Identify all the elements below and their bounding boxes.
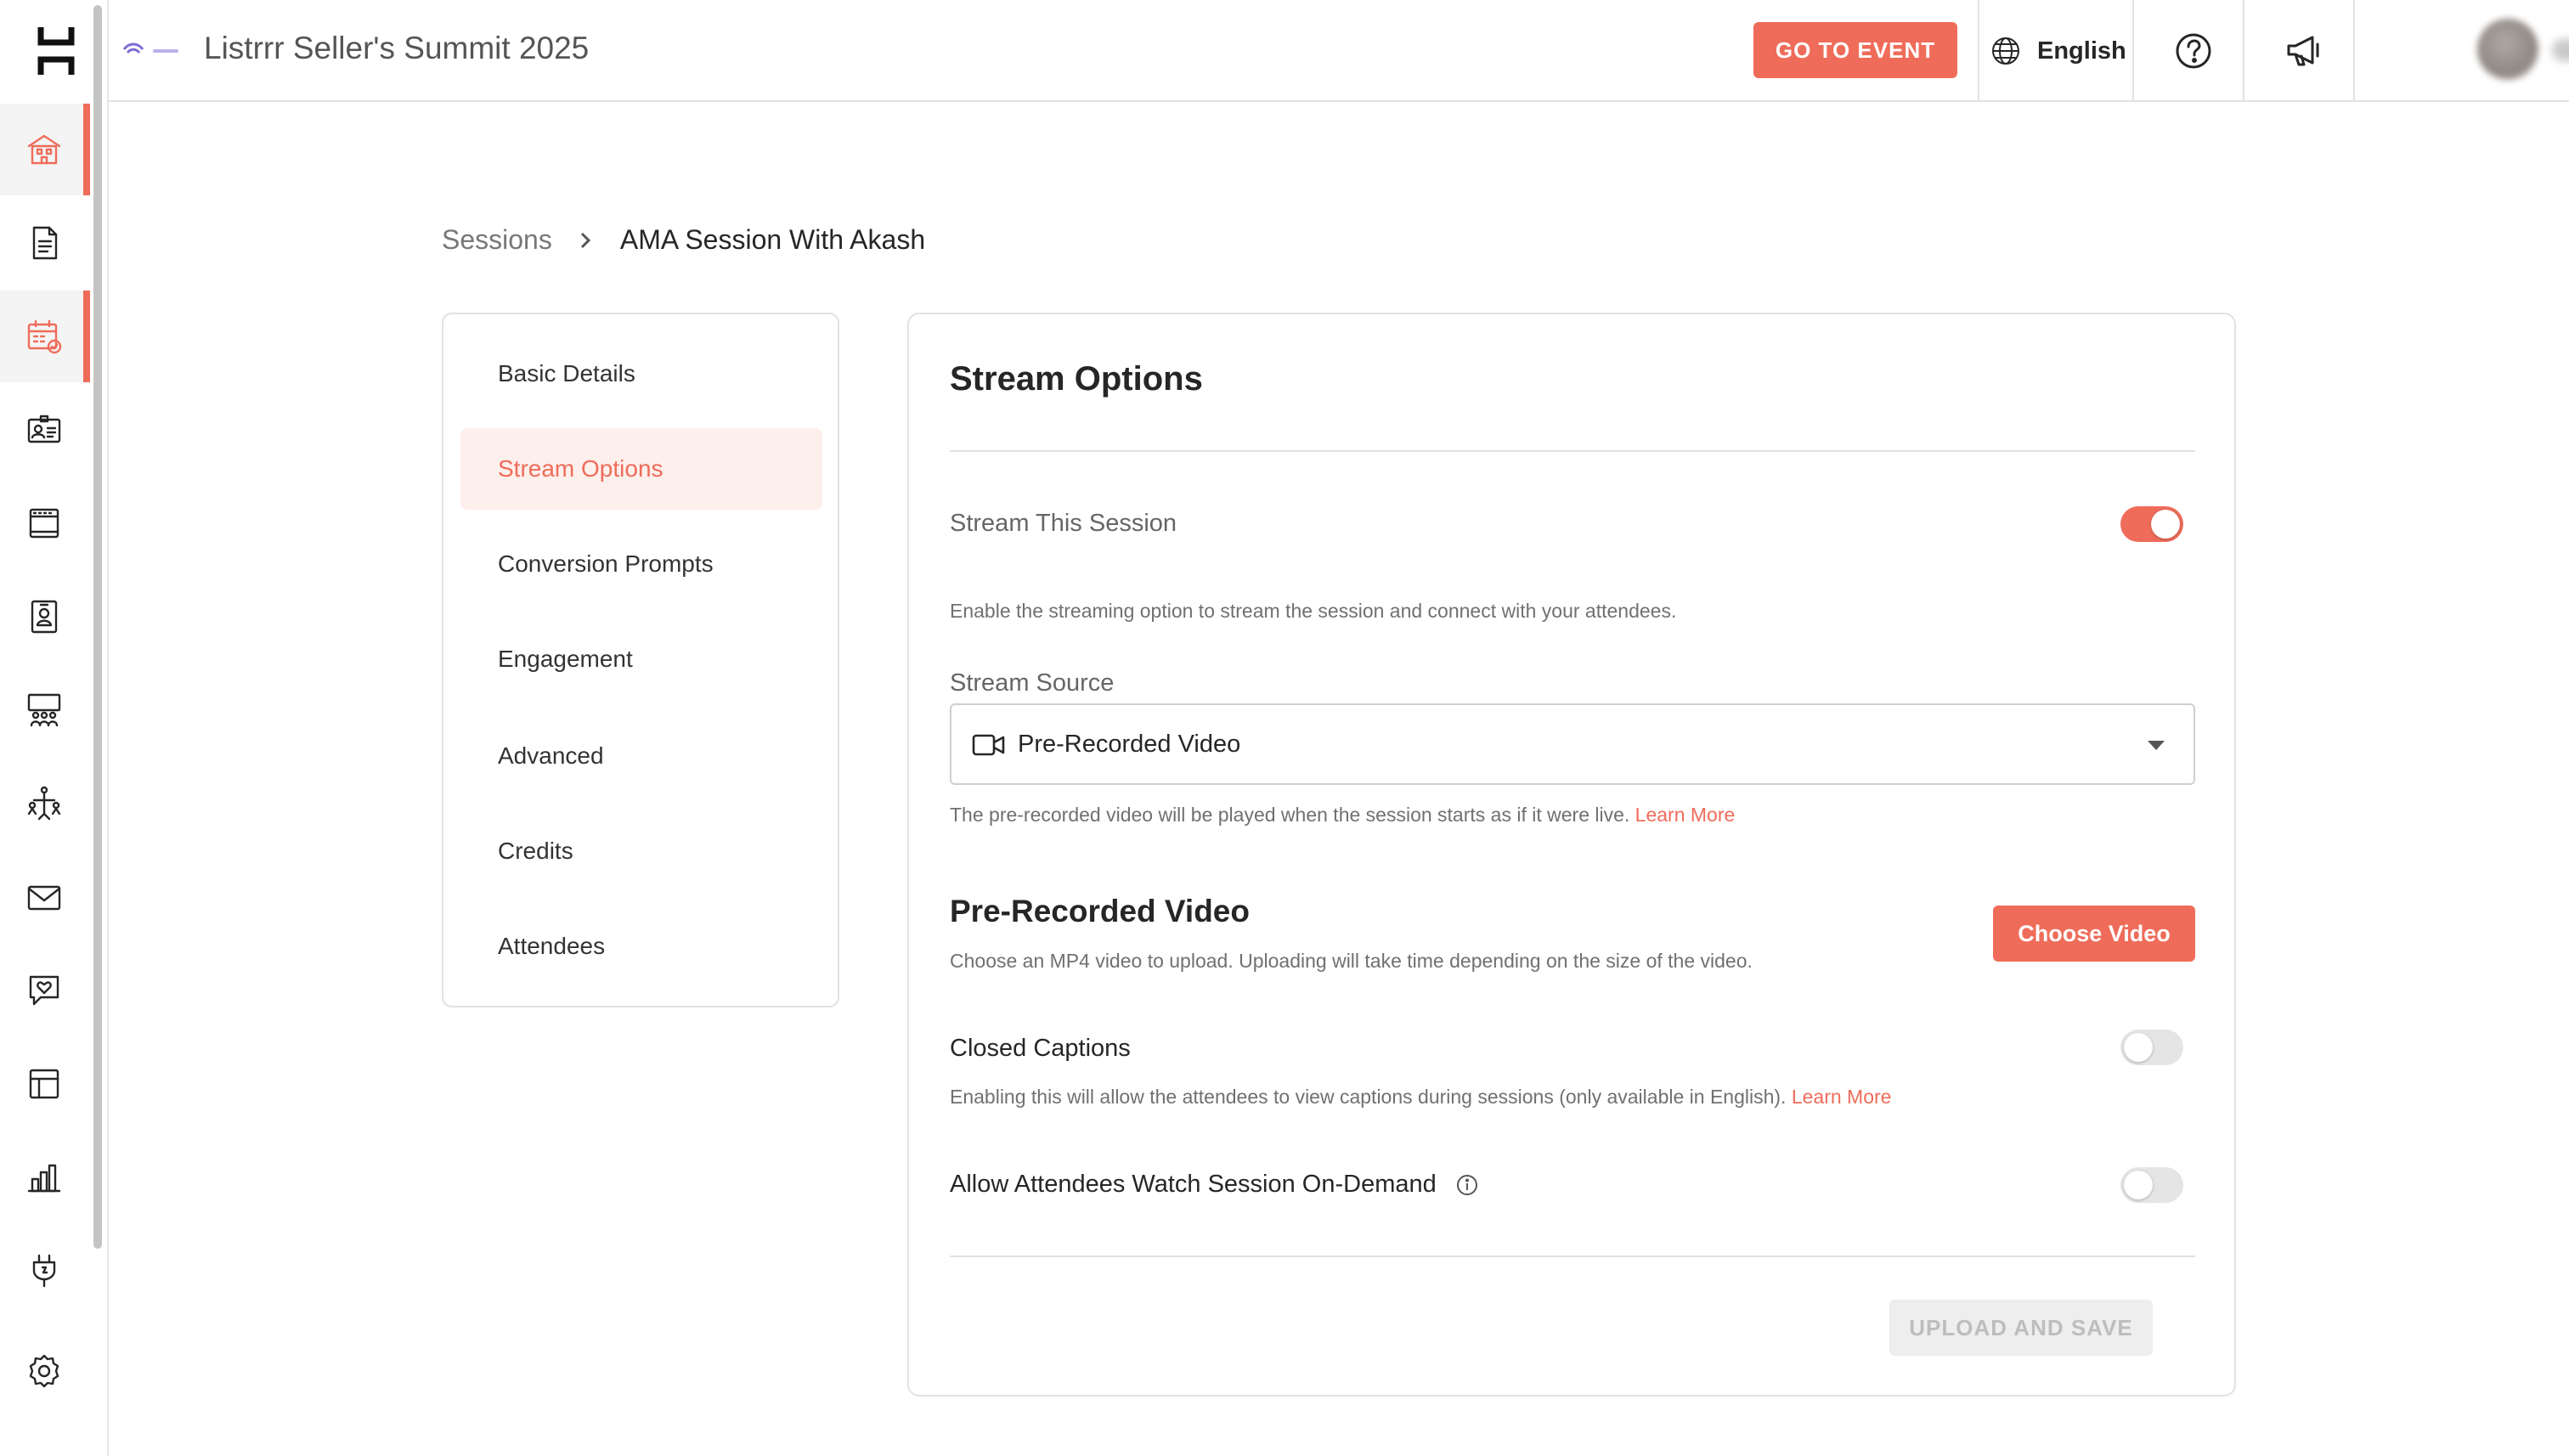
globe-icon: [1992, 37, 2019, 65]
topbar-separator: [2353, 0, 2355, 102]
stream-source-label: Stream Source: [950, 669, 1115, 697]
closed-captions-learn-more-link[interactable]: Learn More: [1792, 1086, 1892, 1108]
rail-analytics[interactable]: [0, 1132, 88, 1223]
settings-icon: [29, 1354, 59, 1388]
rail-mail[interactable]: [0, 851, 88, 943]
building-icon: [27, 134, 61, 165]
calendar-icon: [27, 319, 62, 354]
rail-id-card[interactable]: [0, 384, 88, 476]
closed-captions-hint-text: Enabling this will allow the attendees t…: [950, 1086, 1787, 1108]
brand-logo: [122, 42, 178, 54]
nav-item-basic-details[interactable]: Basic Details: [460, 333, 822, 415]
rail-chat[interactable]: [0, 945, 88, 1036]
topbar-separator: [1978, 0, 1979, 102]
upload-and-save-button[interactable]: UPLOAD AND SAVE: [1889, 1300, 2153, 1356]
nav-item-engagement[interactable]: Engagement: [460, 618, 822, 700]
rail-networking[interactable]: [0, 758, 88, 849]
nav-item-attendees[interactable]: Attendees: [460, 906, 822, 987]
left-rail: [0, 0, 109, 1456]
megaphone-icon: [2287, 36, 2319, 66]
nav-item-advanced[interactable]: Advanced: [460, 715, 822, 797]
pre-recorded-title: Pre-Recorded Video: [950, 894, 1250, 928]
pre-recorded-hint: Choose an MP4 video to upload. Uploading…: [950, 950, 1753, 972]
nav-item-stream-options[interactable]: Stream Options: [460, 428, 822, 510]
avatar[interactable]: [2477, 19, 2538, 80]
stream-session-hint: Enable the streaming option to stream th…: [950, 600, 1677, 622]
id-card-icon: [27, 415, 61, 443]
rail-theater[interactable]: [0, 664, 88, 756]
video-camera-icon: [972, 734, 1005, 756]
user-name-blurred[interactable]: [2552, 39, 2569, 61]
rail-settings[interactable]: [0, 1325, 88, 1417]
toggle-knob: [2124, 1033, 2153, 1062]
rail-layout[interactable]: [0, 1038, 88, 1130]
event-title: Listrrr Seller's Summit 2025: [204, 31, 590, 65]
page-title: Stream Options: [950, 360, 1203, 398]
chevron-right-icon: [580, 232, 590, 248]
networking-icon: [27, 786, 61, 821]
analytics-icon: [27, 1164, 61, 1193]
plug-icon: [32, 1254, 56, 1288]
closed-captions-label: Closed Captions: [950, 1035, 1131, 1062]
rail-scrollbar[interactable]: [93, 5, 102, 1249]
stream-source-value: Pre-Recorded Video: [1018, 731, 1241, 758]
booth-icon: [29, 508, 59, 539]
layout-icon: [29, 1069, 59, 1099]
rail-badge[interactable]: [0, 571, 88, 663]
chat-heart-icon: [29, 975, 59, 1006]
mail-icon: [27, 885, 61, 911]
stream-session-toggle[interactable]: [2120, 506, 2183, 542]
choose-video-button[interactable]: Choose Video: [1993, 906, 2195, 962]
rail-document[interactable]: [0, 197, 88, 289]
session-settings-nav: Basic Details Stream Options Conversion …: [442, 313, 839, 1007]
rail-integrations[interactable]: [0, 1225, 88, 1317]
language-selector[interactable]: English: [1991, 0, 2126, 102]
info-icon[interactable]: [1455, 1173, 1479, 1197]
stream-source-select[interactable]: Pre-Recorded Video: [950, 703, 2195, 785]
go-to-event-button[interactable]: GO TO EVENT: [1753, 22, 1957, 78]
divider: [950, 450, 2195, 452]
stream-session-label: Stream This Session: [950, 510, 1177, 537]
breadcrumb: Sessions AMA Session With Akash: [442, 224, 925, 256]
language-label: English: [2037, 37, 2126, 65]
app-logo[interactable]: [37, 24, 75, 78]
on-demand-toggle[interactable]: [2120, 1167, 2183, 1203]
nav-item-conversion-prompts[interactable]: Conversion Prompts: [460, 523, 822, 605]
on-demand-row: Allow Attendees Watch Session On-Demand: [950, 1171, 1479, 1199]
breadcrumb-sessions-link[interactable]: Sessions: [442, 224, 552, 256]
topbar-separator: [2132, 0, 2134, 102]
announcements-button[interactable]: [2280, 27, 2328, 75]
rail-calendar[interactable]: [0, 291, 90, 382]
stream-source-hint-text: The pre-recorded video will be played wh…: [950, 804, 1630, 826]
theater-icon: [27, 693, 61, 727]
closed-captions-hint: Enabling this will allow the attendees t…: [950, 1086, 1891, 1109]
rail-building[interactable]: [0, 104, 90, 195]
stream-source-hint: The pre-recorded video will be played wh…: [950, 804, 1735, 827]
topbar-separator: [2243, 0, 2244, 102]
toggle-knob: [2151, 510, 2180, 539]
help-button[interactable]: [2170, 27, 2217, 75]
badge-icon: [31, 600, 58, 634]
closed-captions-toggle[interactable]: [2120, 1030, 2183, 1065]
top-bar: Listrrr Seller's Summit 2025 GO TO EVENT…: [109, 0, 2569, 102]
document-icon: [32, 226, 58, 260]
divider: [950, 1256, 2195, 1257]
on-demand-label: Allow Attendees Watch Session On-Demand: [950, 1171, 1437, 1198]
stream-options-card: Stream Options Stream This Session Enabl…: [907, 313, 2236, 1397]
breadcrumb-current: AMA Session With Akash: [619, 224, 926, 255]
stream-source-learn-more-link[interactable]: Learn More: [1635, 804, 1736, 826]
nav-item-credits[interactable]: Credits: [460, 810, 822, 892]
rail-booth[interactable]: [0, 477, 88, 569]
help-icon: [2176, 33, 2211, 69]
chevron-down-icon: [2148, 741, 2165, 750]
toggle-knob: [2124, 1171, 2153, 1199]
